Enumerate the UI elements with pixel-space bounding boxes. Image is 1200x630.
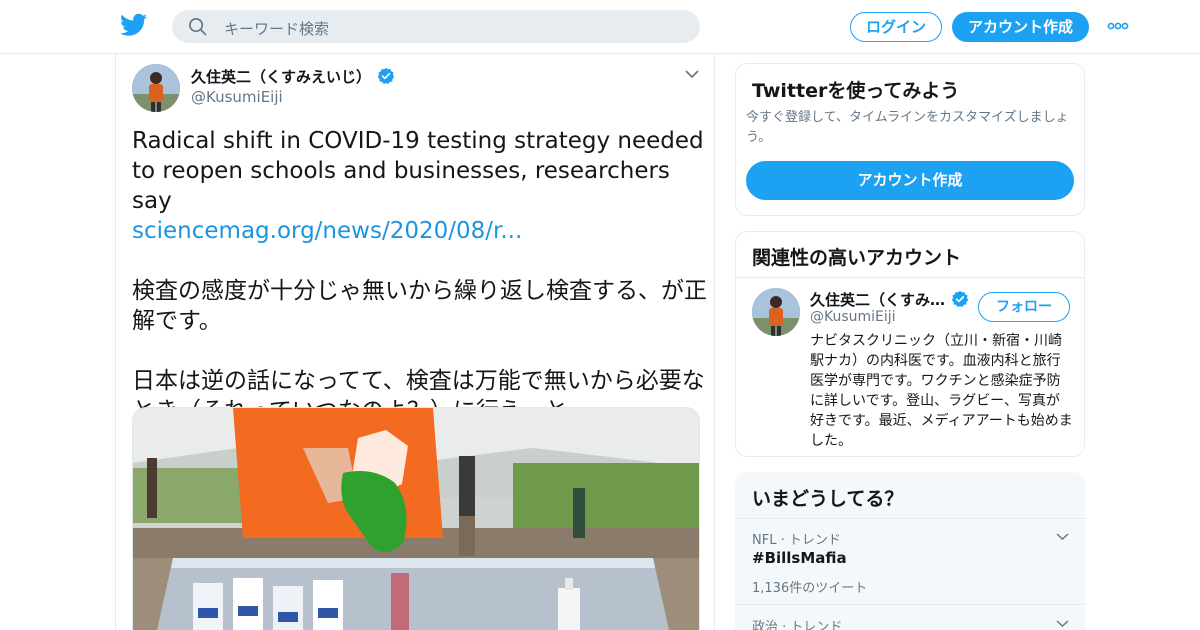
search-icon bbox=[189, 18, 207, 36]
divider bbox=[736, 604, 1086, 605]
tweet-author-name[interactable]: 久住英二（くすみえいじ） bbox=[191, 66, 395, 87]
more-dots-icon[interactable] bbox=[1107, 22, 1129, 30]
signup-button[interactable]: アカウント作成 bbox=[952, 12, 1089, 42]
signup-card-subtitle: 今すぐ登録して、タイムラインをカスタマイズしましょう。 bbox=[746, 110, 1069, 145]
chevron-down-icon[interactable] bbox=[1056, 619, 1069, 628]
signup-card: Twitterを使ってみよう 今すぐ登録して、タイムラインをカスタマイズしましょ… bbox=[735, 63, 1085, 216]
trends-title: いまどうしてる？ bbox=[752, 488, 904, 510]
signup-card-button[interactable]: アカウント作成 bbox=[746, 161, 1074, 200]
tweet-author-handle[interactable]: @KusumiEiji bbox=[191, 88, 283, 106]
avatar-photo-icon bbox=[752, 288, 800, 336]
related-accounts-card: 関連性の高いアカウント 久住英二（くすみ… @KusumiEiji フォロー ナ… bbox=[735, 231, 1085, 457]
verified-badge-icon bbox=[377, 67, 395, 85]
tweet-photo-testing-tent bbox=[133, 408, 699, 630]
avatar[interactable] bbox=[132, 64, 180, 112]
chevron-down-icon[interactable] bbox=[1056, 532, 1069, 541]
divider bbox=[736, 277, 1084, 278]
author-name-text[interactable]: 久住英二（くすみえいじ） bbox=[191, 68, 371, 86]
trends-card: いまどうしてる？ NFL · トレンド #BillsMafia 1,136件のツ… bbox=[735, 472, 1086, 630]
related-name-text[interactable]: 久住英二（くすみ… bbox=[810, 291, 945, 309]
chevron-down-icon[interactable] bbox=[685, 69, 699, 79]
top-nav-bar: キーワード検索 ログイン アカウント作成 bbox=[0, 0, 1200, 54]
tweet-text-en: Radical shift in COVID-19 testing strate… bbox=[132, 128, 704, 214]
trend-tweet-count: 1,136件のツイート bbox=[752, 581, 868, 596]
tweet-link[interactable]: sciencemag.org/news/2020/08/r... bbox=[132, 218, 522, 244]
tweet-text-jp-1: 検査の感度が十分じゃ無いから繰り返し検査する、が正解です。 bbox=[132, 278, 707, 334]
tweet-card: 久住英二（くすみえいじ） @KusumiEiji Radical shift i… bbox=[115, 54, 715, 630]
related-accounts-title: 関連性の高いアカウント bbox=[752, 247, 962, 269]
tweet-text: Radical shift in COVID-19 testing strate… bbox=[132, 126, 707, 426]
verified-badge-icon bbox=[951, 290, 969, 308]
related-account-bio: ナビタスクリニック（立川・新宿・川崎駅ナカ）の内科医です。血液内科と旅行医学が専… bbox=[810, 333, 1073, 449]
search-bar[interactable]: キーワード検索 bbox=[172, 10, 700, 43]
twitter-bird-icon[interactable] bbox=[120, 13, 147, 37]
avatar-photo-icon bbox=[132, 64, 180, 112]
tweet-photo[interactable] bbox=[132, 407, 700, 630]
divider bbox=[736, 518, 1086, 519]
trend-name[interactable]: #BillsMafia bbox=[752, 549, 847, 567]
search-input[interactable]: キーワード検索 bbox=[224, 18, 329, 39]
trend-meta: NFL · トレンド bbox=[752, 533, 841, 548]
related-account-handle[interactable]: @KusumiEiji bbox=[810, 309, 896, 325]
related-account-name[interactable]: 久住英二（くすみ… bbox=[810, 289, 969, 310]
signup-card-title: Twitterを使ってみよう bbox=[752, 80, 960, 102]
avatar[interactable] bbox=[752, 288, 800, 336]
login-button[interactable]: ログイン bbox=[850, 12, 942, 42]
follow-button[interactable]: フォロー bbox=[978, 292, 1070, 322]
trend-meta: 政治 · トレンド bbox=[752, 620, 843, 630]
